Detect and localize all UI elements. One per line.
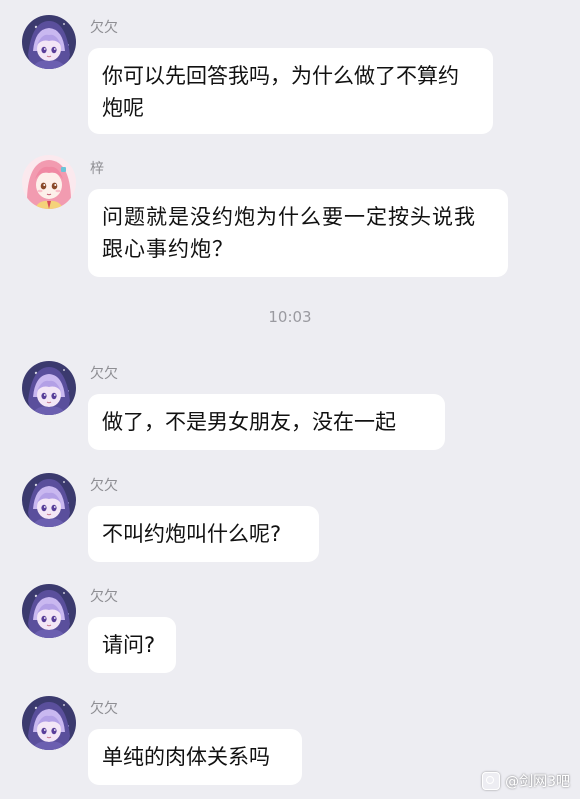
sender-name: 欠欠 <box>90 478 118 494</box>
sender-name: 欠欠 <box>90 701 118 717</box>
message-bubble[interactable]: 你可以先回答我吗，为什么做了不算约炮呢 <box>88 48 493 134</box>
sender-name: 欠欠 <box>90 366 118 382</box>
sender-name: 梓 <box>90 161 104 177</box>
timestamp: 10:03 <box>268 308 312 326</box>
watermark-text: @剑网3吧 <box>505 774 570 790</box>
avatar-qianqian[interactable] <box>22 361 76 415</box>
message-bubble[interactable]: 单纯的肉体关系吗 <box>88 729 302 785</box>
message-bubble[interactable]: 问题就是没约炮为什么要一定按头说我跟心事约炮？ <box>88 189 508 277</box>
avatar-qianqian[interactable] <box>22 473 76 527</box>
avatar-qianqian[interactable] <box>22 15 76 69</box>
message-bubble[interactable]: 请问? <box>88 617 176 673</box>
sender-name: 欠欠 <box>90 20 118 36</box>
message-bubble[interactable]: 不叫约炮叫什么呢? <box>88 506 319 562</box>
message-bubble[interactable]: 做了，不是男女朋友，没在一起 <box>88 394 445 450</box>
sender-name: 欠欠 <box>90 589 118 605</box>
avatar-zi[interactable] <box>22 155 76 209</box>
avatar-qianqian[interactable] <box>22 696 76 750</box>
watermark: @剑网3吧 <box>482 771 570 791</box>
avatar-qianqian[interactable] <box>22 584 76 638</box>
camera-icon <box>482 772 501 790</box>
